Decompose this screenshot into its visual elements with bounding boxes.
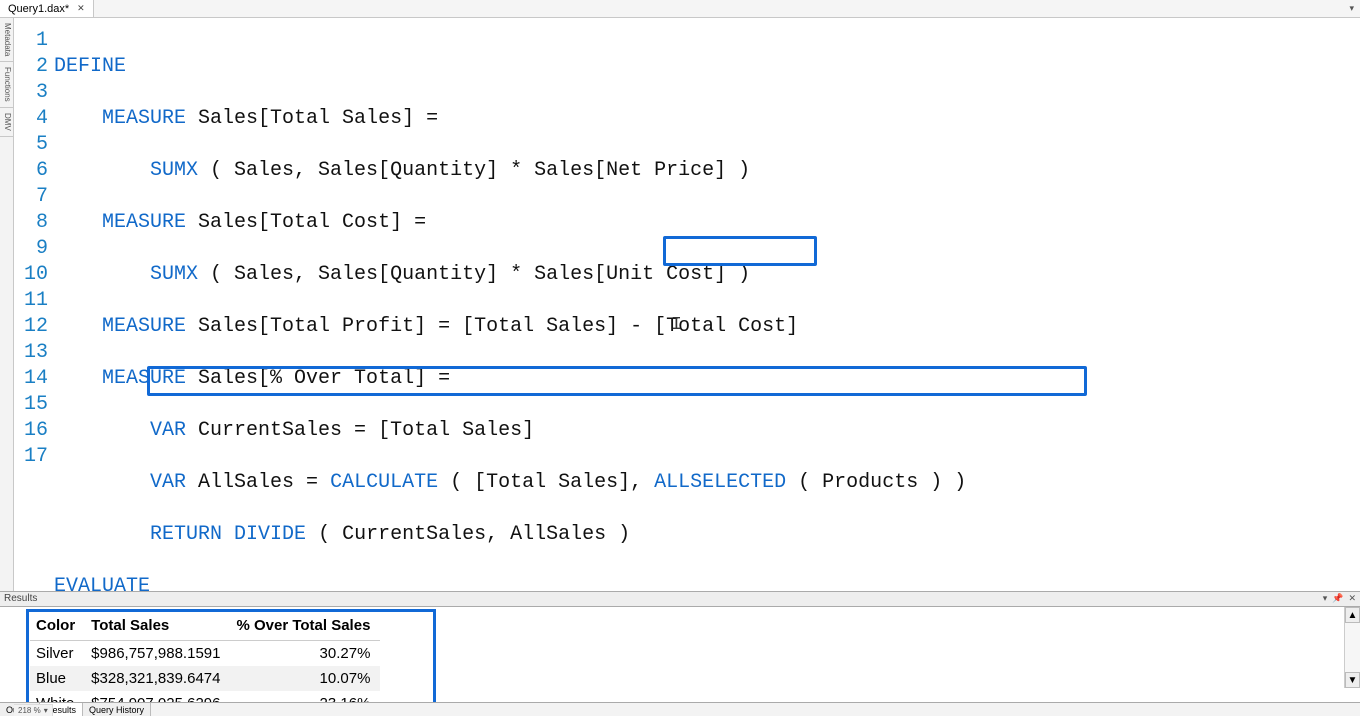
token [54,419,150,442]
token: Sales[Total Profit] = [Total Sales] - [T… [186,315,798,338]
line-number: 1 [14,28,48,54]
table-header-row: Color Total Sales % Over Total Sales [30,613,380,641]
token [54,315,102,338]
token [54,159,150,182]
token: Sales[Total Sales] = [186,107,438,130]
line-number: 16 [14,418,48,444]
token-keyword: MEASURE [102,315,186,338]
token: ( Sales, Sales[Quantity] * Sales[Net Pri… [198,159,750,182]
token-keyword: CALCULATE [330,471,438,494]
table-row[interactable]: Blue $328,321,839.6474 10.07% [30,666,380,691]
zoom-value: 218 % [18,706,41,715]
line-number: 17 [14,444,48,470]
side-tab-dmv[interactable]: DMV [0,108,13,137]
token-keyword: MEASURE [102,107,186,130]
token: CurrentSales = [Total Sales] [186,419,534,442]
cell-color: Silver [30,640,85,666]
cell-pct: 10.07% [230,666,380,691]
token: ( CurrentSales, AllSales ) [306,523,630,546]
token: ( Products ) ) [786,471,966,494]
line-number: 7 [14,184,48,210]
token-keyword: EVALUATE [54,575,150,591]
token-keyword: DIVIDE [234,523,306,546]
token-keyword: MEASURE [102,367,186,390]
chevron-down-icon[interactable]: ▾ [44,706,48,715]
zoom-indicator[interactable]: 218 % ▾ [14,704,53,716]
panel-pin-icon[interactable]: 📌 [1331,593,1344,604]
line-number: 11 [14,288,48,314]
editor-area: Metadata Functions DMV 1 2 3 4 5 6 7 8 9… [0,18,1360,592]
token-keyword: SUMX [150,159,198,182]
table-row[interactable]: Silver $986,757,988.1591 30.27% [30,640,380,666]
side-tab-functions[interactable]: Functions [0,62,13,108]
line-number: 5 [14,132,48,158]
cell-total: $328,321,839.6474 [85,666,230,691]
code-content[interactable]: DEFINE MEASURE Sales[Total Sales] = SUMX… [54,18,1360,591]
panel-close-icon[interactable]: ✕ [1347,593,1357,604]
file-tab-bar: Query1.dax* ✕ ▾ [0,0,1360,18]
line-number: 8 [14,210,48,236]
token [222,523,234,546]
token: AllSales = [186,471,330,494]
tab-query-history[interactable]: Query History [83,703,151,716]
tabbar-overflow-icon[interactable]: ▾ [1343,3,1360,14]
results-panel-header: Results ▾ 📌 ✕ [0,592,1360,607]
line-number: 15 [14,392,48,418]
token-keyword: VAR [150,419,186,442]
token [54,523,150,546]
scroll-down-icon[interactable]: ▼ [1345,672,1360,688]
col-total-sales[interactable]: Total Sales [85,613,230,641]
line-number: 14 [14,366,48,392]
token [54,211,102,234]
side-tab-metadata[interactable]: Metadata [0,18,13,62]
token-keyword: RETURN [150,523,222,546]
line-number: 12 [14,314,48,340]
code-editor[interactable]: 1 2 3 4 5 6 7 8 9 10 11 12 13 14 15 16 1… [14,18,1360,591]
table-row[interactable]: White $754,907,025.6296 23.16% [30,691,380,703]
cell-color: White [30,691,85,703]
token-keyword: VAR [150,471,186,494]
close-icon[interactable]: ✕ [75,3,87,14]
token-keyword: ALLSELECTED [654,471,786,494]
line-number: 2 [14,54,48,80]
token [54,263,150,286]
token-keyword: DEFINE [54,55,126,78]
token-keyword: SUMX [150,263,198,286]
token: ( [Total Sales], [438,471,654,494]
line-number: 13 [14,340,48,366]
token-keyword: MEASURE [102,211,186,234]
line-number-gutter: 1 2 3 4 5 6 7 8 9 10 11 12 13 14 15 16 1… [14,18,54,591]
cell-pct: 23.16% [230,691,380,703]
line-number: 10 [14,262,48,288]
scroll-track[interactable] [1345,623,1360,673]
scroll-up-icon[interactable]: ▲ [1345,607,1360,623]
line-number: 4 [14,106,48,132]
cell-total: $754,907,025.6296 [85,691,230,703]
results-table[interactable]: Color Total Sales % Over Total Sales Sil… [30,613,380,703]
cell-total: $986,757,988.1591 [85,640,230,666]
vertical-scrollbar[interactable]: ▲ ▼ [1344,607,1360,689]
token [54,471,150,494]
cell-pct: 30.27% [230,640,380,666]
col-pct-over-total[interactable]: % Over Total Sales [230,613,380,641]
results-panel-title: Results [4,593,37,604]
token: Sales[% Over Total] = [186,367,450,390]
file-tab-label: Query1.dax* [8,3,69,15]
token: ( Sales, Sales[Quantity] * Sales[Unit Co… [198,263,750,286]
results-panel: Color Total Sales % Over Total Sales Sil… [0,607,1360,703]
col-color[interactable]: Color [30,613,85,641]
token: Sales[Total Cost] = [186,211,426,234]
line-number: 9 [14,236,48,262]
token [54,107,102,130]
cell-color: Blue [30,666,85,691]
bottom-tab-strip: Output Results Query History [0,702,1360,716]
token [54,367,102,390]
panel-dropdown-icon[interactable]: ▾ [1322,593,1329,604]
file-tab-query1[interactable]: Query1.dax* ✕ [0,0,94,17]
side-tab-strip: Metadata Functions DMV [0,18,14,591]
line-number: 3 [14,80,48,106]
line-number: 6 [14,158,48,184]
